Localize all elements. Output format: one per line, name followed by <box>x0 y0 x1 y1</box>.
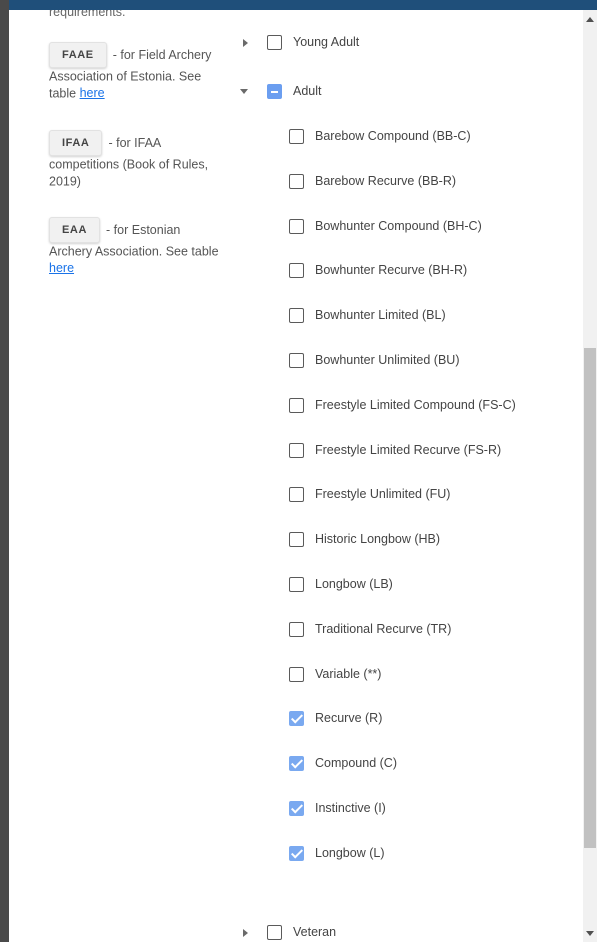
scrollbar[interactable] <box>583 10 597 942</box>
class-item[interactable]: Traditional Recurve (TR) <box>289 618 569 642</box>
class-item[interactable]: Barebow Compound (BB-C) <box>289 125 569 149</box>
class-label: Freestyle Limited Compound (FS-C) <box>315 397 516 412</box>
class-label: Longbow (LB) <box>315 577 393 591</box>
young-adult-label: Young Adult <box>293 35 360 49</box>
class-item[interactable]: Freestyle Limited Compound (FS-C) <box>289 394 569 418</box>
young-adult-checkbox[interactable] <box>267 35 282 50</box>
class-item[interactable]: Recurve (R) <box>289 707 569 731</box>
class-item[interactable]: Freestyle Limited Recurve (FS-R) <box>289 439 569 463</box>
class-checkbox[interactable] <box>289 756 304 772</box>
class-item[interactable]: Freestyle Unlimited (FU) <box>289 483 569 507</box>
class-checkbox[interactable] <box>289 173 304 189</box>
class-item[interactable]: Longbow (LB) <box>289 573 569 597</box>
class-label: Bowhunter Recurve (BH-R) <box>315 263 468 278</box>
tree-node-adult[interactable]: Adult <box>267 80 467 104</box>
class-checkbox[interactable] <box>289 845 304 861</box>
veteran-label: Veteran <box>293 925 337 939</box>
class-label: Recurve (R) <box>315 711 383 726</box>
class-item[interactable]: Bowhunter Recurve (BH-R) <box>289 259 569 283</box>
scroll-down-arrow-icon[interactable] <box>586 931 594 936</box>
veteran-checkbox[interactable] <box>267 925 282 940</box>
class-checkbox[interactable] <box>289 666 304 682</box>
tree-node-young-adult[interactable]: Young Adult <box>267 31 467 55</box>
top-bar <box>0 0 597 10</box>
class-checkbox[interactable] <box>289 442 304 458</box>
class-item[interactable]: Variable (**) <box>289 663 569 687</box>
class-checkbox[interactable] <box>289 532 304 548</box>
class-item[interactable]: Longbow (L) <box>289 842 569 866</box>
class-checkbox[interactable] <box>289 487 304 503</box>
caret-right-icon[interactable] <box>243 929 248 937</box>
class-checkbox[interactable] <box>289 801 304 816</box>
class-item[interactable]: Bowhunter Compound (BH-C) <box>289 215 569 239</box>
class-label: Compound (C) <box>315 756 397 771</box>
class-checkbox[interactable] <box>289 353 304 368</box>
class-checkbox[interactable] <box>289 218 304 234</box>
class-checkbox[interactable] <box>289 711 304 727</box>
class-item[interactable]: Historic Longbow (HB) <box>289 528 569 552</box>
class-label: Bowhunter Limited (BL) <box>315 308 446 323</box>
adult-label: Adult <box>293 84 322 98</box>
scroll-up-arrow-icon[interactable] <box>586 17 594 22</box>
class-label: Instinctive (I) <box>315 801 386 815</box>
scrollbar-thumb[interactable] <box>584 348 596 848</box>
class-label: Bowhunter Unlimited (BU) <box>315 353 460 367</box>
class-item[interactable]: Bowhunter Unlimited (BU) <box>289 349 569 373</box>
class-label: Longbow (L) <box>315 845 385 860</box>
tree-node-veteran[interactable]: Veteran <box>267 921 467 942</box>
class-checkbox[interactable] <box>289 621 304 637</box>
window-edge <box>0 0 9 942</box>
adult-checkbox[interactable] <box>267 84 282 99</box>
class-label: Barebow Compound (BB-C) <box>315 129 471 143</box>
caret-down-icon[interactable] <box>240 89 248 94</box>
class-label: Barebow Recurve (BB-R) <box>315 173 457 188</box>
class-label: Variable (**) <box>315 666 382 681</box>
class-item[interactable]: Barebow Recurve (BB-R) <box>289 170 569 194</box>
class-label: Freestyle Unlimited (FU) <box>315 487 451 502</box>
age-class-tree: Young Adult Adult Barebow Compound (BB-C… <box>9 10 583 942</box>
class-label: Historic Longbow (HB) <box>315 532 441 547</box>
class-item[interactable]: Instinctive (I) <box>289 797 569 821</box>
class-checkbox[interactable] <box>289 577 304 592</box>
class-checkbox[interactable] <box>289 263 304 279</box>
class-label: Freestyle Limited Recurve (FS-R) <box>315 442 502 457</box>
class-item[interactable]: Bowhunter Limited (BL) <box>289 304 569 328</box>
class-checkbox[interactable] <box>289 129 304 144</box>
class-label: Traditional Recurve (TR) <box>315 621 452 636</box>
class-label: Bowhunter Compound (BH-C) <box>315 218 482 233</box>
class-item[interactable]: Compound (C) <box>289 752 569 776</box>
category-panel: requirements. FAAE - for Field Archery As… <box>9 10 583 942</box>
class-checkbox[interactable] <box>289 308 304 324</box>
caret-right-icon[interactable] <box>243 39 248 47</box>
class-checkbox[interactable] <box>289 397 304 413</box>
